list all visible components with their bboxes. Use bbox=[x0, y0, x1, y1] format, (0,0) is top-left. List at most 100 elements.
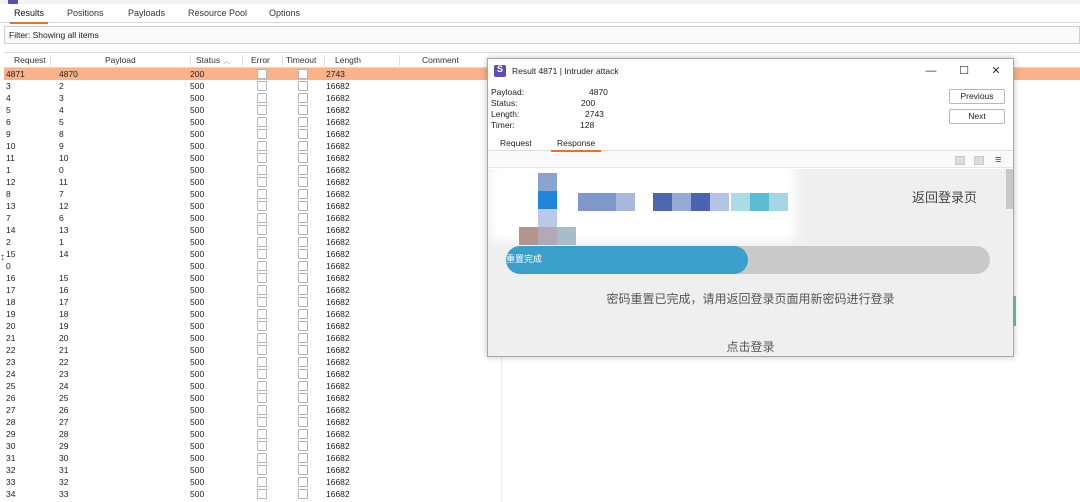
click-login-link[interactable]: 点击登录 bbox=[488, 338, 1013, 355]
error-checkbox[interactable] bbox=[257, 177, 267, 187]
table-row[interactable]: 28 27 500 16682 bbox=[4, 416, 504, 428]
tab-options[interactable]: Options bbox=[269, 4, 300, 23]
error-checkbox[interactable] bbox=[257, 465, 267, 475]
timeout-checkbox[interactable] bbox=[298, 381, 308, 391]
table-row[interactable]: 6 5 500 16682 bbox=[4, 116, 504, 128]
table-row[interactable]: 5 4 500 16682 bbox=[4, 104, 504, 116]
timeout-checkbox[interactable] bbox=[298, 405, 308, 415]
tab-payloads[interactable]: Payloads bbox=[128, 4, 165, 23]
error-checkbox[interactable] bbox=[257, 81, 267, 91]
error-checkbox[interactable] bbox=[257, 429, 267, 439]
next-button[interactable]: Next bbox=[949, 109, 1005, 124]
timeout-checkbox[interactable] bbox=[298, 201, 308, 211]
timeout-checkbox[interactable] bbox=[298, 189, 308, 199]
timeout-checkbox[interactable] bbox=[298, 213, 308, 223]
dialog-title-bar[interactable]: Result 4871 | Intruder attack — ☐ ✕ bbox=[488, 59, 1013, 83]
table-row[interactable]: 26 25 500 16682 bbox=[4, 392, 504, 404]
error-checkbox[interactable] bbox=[257, 261, 267, 271]
error-checkbox[interactable] bbox=[257, 153, 267, 163]
table-row[interactable]: 8 7 500 16682 bbox=[4, 188, 504, 200]
error-checkbox[interactable] bbox=[257, 405, 267, 415]
timeout-checkbox[interactable] bbox=[298, 93, 308, 103]
table-row[interactable]: 30 29 500 16682 bbox=[4, 440, 504, 452]
timeout-checkbox[interactable] bbox=[298, 453, 308, 463]
error-checkbox[interactable] bbox=[257, 129, 267, 139]
column-length[interactable]: Length bbox=[335, 53, 361, 68]
table-row[interactable]: 25 24 500 16682 bbox=[4, 380, 504, 392]
timeout-checkbox[interactable] bbox=[298, 393, 308, 403]
tab-results[interactable]: Results bbox=[9, 4, 49, 24]
table-row[interactable]: 29 28 500 16682 bbox=[4, 428, 504, 440]
timeout-checkbox[interactable] bbox=[298, 273, 308, 283]
table-row[interactable]: 18 17 500 16682 bbox=[4, 296, 504, 308]
error-checkbox[interactable] bbox=[257, 309, 267, 319]
error-checkbox[interactable] bbox=[257, 441, 267, 451]
error-checkbox[interactable] bbox=[257, 249, 267, 259]
table-row[interactable]: 4 3 500 16682 bbox=[4, 92, 504, 104]
error-checkbox[interactable] bbox=[257, 333, 267, 343]
error-checkbox[interactable] bbox=[257, 93, 267, 103]
render-scrollbar[interactable] bbox=[1006, 169, 1013, 209]
table-row[interactable]: 32 31 500 16682 bbox=[4, 464, 504, 476]
timeout-checkbox[interactable] bbox=[298, 153, 308, 163]
error-checkbox[interactable] bbox=[257, 345, 267, 355]
timeout-checkbox[interactable] bbox=[298, 369, 308, 379]
timeout-checkbox[interactable] bbox=[298, 297, 308, 307]
error-checkbox[interactable] bbox=[257, 489, 267, 499]
error-checkbox[interactable] bbox=[257, 201, 267, 211]
error-checkbox[interactable] bbox=[257, 285, 267, 295]
tab-response[interactable]: Response bbox=[550, 135, 602, 152]
table-row[interactable]: 23 22 500 16682 bbox=[4, 356, 504, 368]
timeout-checkbox[interactable] bbox=[298, 225, 308, 235]
error-checkbox[interactable] bbox=[257, 165, 267, 175]
timeout-checkbox[interactable] bbox=[298, 309, 308, 319]
error-checkbox[interactable] bbox=[257, 69, 267, 79]
column-comment[interactable]: Comment bbox=[422, 53, 459, 68]
table-row[interactable]: 21 20 500 16682 bbox=[4, 332, 504, 344]
error-checkbox[interactable] bbox=[257, 237, 267, 247]
timeout-checkbox[interactable] bbox=[298, 345, 308, 355]
timeout-checkbox[interactable] bbox=[298, 333, 308, 343]
table-row[interactable]: 31 30 500 16682 bbox=[4, 452, 504, 464]
error-checkbox[interactable] bbox=[257, 189, 267, 199]
table-row[interactable]: 34 33 500 16682 bbox=[4, 488, 504, 500]
timeout-checkbox[interactable] bbox=[298, 477, 308, 487]
error-checkbox[interactable] bbox=[257, 213, 267, 223]
timeout-checkbox[interactable] bbox=[298, 117, 308, 127]
error-checkbox[interactable] bbox=[257, 225, 267, 235]
column-payload[interactable]: Payload bbox=[105, 53, 136, 68]
table-row[interactable]: 14 13 500 16682 bbox=[4, 224, 504, 236]
table-row[interactable]: 3 2 500 16682 bbox=[4, 80, 504, 92]
timeout-checkbox[interactable] bbox=[298, 141, 308, 151]
timeout-checkbox[interactable] bbox=[298, 69, 308, 79]
table-row[interactable]: 27 26 500 16682 bbox=[4, 404, 504, 416]
timeout-checkbox[interactable] bbox=[298, 417, 308, 427]
menu-icon[interactable]: ≡ bbox=[995, 153, 1001, 167]
table-row[interactable]: 10 9 500 16682 bbox=[4, 140, 504, 152]
timeout-checkbox[interactable] bbox=[298, 285, 308, 295]
tab-positions[interactable]: Positions bbox=[67, 4, 104, 23]
tab-request[interactable]: Request bbox=[500, 135, 532, 151]
pretty-view-icon[interactable] bbox=[955, 156, 965, 165]
column-request[interactable]: Request bbox=[14, 53, 46, 68]
timeout-checkbox[interactable] bbox=[298, 321, 308, 331]
filter-bar[interactable]: Filter: Showing all items bbox=[4, 26, 1080, 44]
error-checkbox[interactable] bbox=[257, 141, 267, 151]
table-row[interactable]: 9 8 500 16682 bbox=[4, 128, 504, 140]
column-timeout[interactable]: Timeout bbox=[286, 53, 316, 68]
table-row[interactable]: 22 21 500 16682 bbox=[4, 344, 504, 356]
timeout-checkbox[interactable] bbox=[298, 261, 308, 271]
error-checkbox[interactable] bbox=[257, 477, 267, 487]
previous-button[interactable]: Previous bbox=[949, 89, 1005, 104]
timeout-checkbox[interactable] bbox=[298, 429, 308, 439]
timeout-checkbox[interactable] bbox=[298, 249, 308, 259]
table-row[interactable]: 11 10 500 16682 bbox=[4, 152, 504, 164]
error-checkbox[interactable] bbox=[257, 453, 267, 463]
timeout-checkbox[interactable] bbox=[298, 489, 308, 499]
table-row[interactable]: 1 0 500 16682 bbox=[4, 164, 504, 176]
timeout-checkbox[interactable] bbox=[298, 81, 308, 91]
table-row[interactable]: 7 6 500 16682 bbox=[4, 212, 504, 224]
table-row[interactable]: 16 15 500 16682 bbox=[4, 272, 504, 284]
error-checkbox[interactable] bbox=[257, 417, 267, 427]
error-checkbox[interactable] bbox=[257, 105, 267, 115]
